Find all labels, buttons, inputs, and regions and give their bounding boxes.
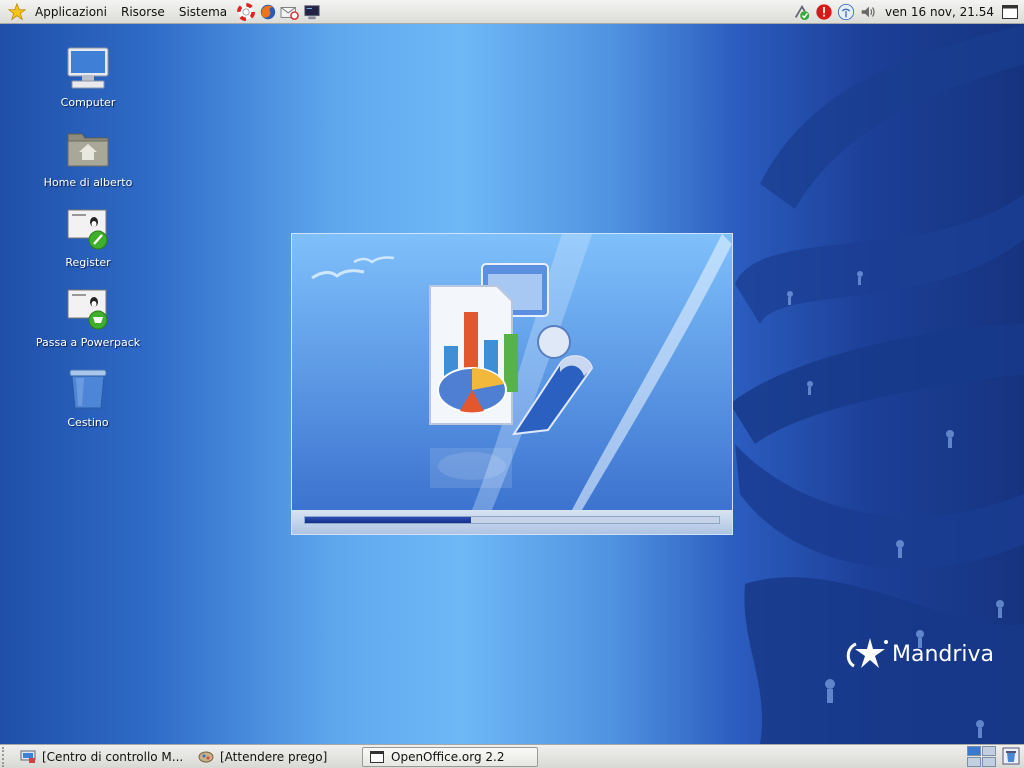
- powerpack-icon: [64, 284, 112, 332]
- desktop-icon-label: Register: [65, 256, 111, 269]
- desktop-icon-label: Computer: [60, 96, 116, 109]
- desktop-icon-label: Cestino: [67, 416, 109, 429]
- menu-applications[interactable]: Applicazioni: [28, 1, 114, 23]
- window-icon: [370, 750, 384, 763]
- mandriva-star-icon: [846, 638, 888, 668]
- task-label: [Attendere prego]: [220, 749, 328, 764]
- workspace-1[interactable]: [967, 746, 981, 756]
- workspace-2[interactable]: [982, 746, 996, 756]
- home-folder-icon: [64, 124, 112, 172]
- desktop[interactable]: Computer Home di alberto Register Passa …: [0, 24, 1024, 744]
- help-lifebuoy-icon[interactable]: [236, 2, 256, 22]
- mandriva-logo: Mandriva: [844, 636, 994, 672]
- openoffice-splash-artwork: [292, 234, 732, 510]
- openoffice-splash: [292, 234, 732, 534]
- task-control-center[interactable]: [Centro di controllo M...: [14, 747, 192, 767]
- desktop-icon-computer[interactable]: Computer: [28, 44, 148, 109]
- splash-progress-fill: [305, 517, 471, 523]
- wireless-icon[interactable]: [837, 3, 855, 21]
- desktop-icon-register[interactable]: Register: [28, 204, 148, 269]
- control-center-icon: [20, 750, 36, 763]
- panel-handle[interactable]: [2, 746, 14, 767]
- star-menu-icon[interactable]: [6, 1, 28, 23]
- terminal-icon[interactable]: [302, 2, 322, 22]
- update-alert-icon[interactable]: [815, 3, 833, 21]
- desktop-icon-label: Home di alberto: [43, 176, 133, 189]
- bottom-panel: [Centro di controllo M... [Attendere pre…: [0, 744, 1024, 768]
- trash-icon: [64, 364, 112, 412]
- desktop-icon-label: Passa a Powerpack: [35, 336, 141, 349]
- workspace-switcher: [967, 746, 996, 767]
- task-openoffice[interactable]: OpenOffice.org 2.2: [362, 746, 538, 767]
- top-panel: Applicazioni Risorse Sistema ven 16 nov,…: [0, 0, 1024, 24]
- desktop-icon-home[interactable]: Home di alberto: [28, 124, 148, 189]
- system-tray: ven 16 nov, 21.54: [791, 0, 1024, 23]
- workspace-4[interactable]: [982, 757, 996, 767]
- wait-icon: [198, 751, 214, 762]
- clock[interactable]: ven 16 nov, 21.54: [879, 5, 1002, 19]
- register-icon: [64, 204, 112, 252]
- desktop-icon-powerpack[interactable]: Passa a Powerpack: [28, 284, 148, 349]
- task-please-wait[interactable]: [Attendere prego]: [192, 747, 362, 767]
- firefox-icon[interactable]: [258, 2, 278, 22]
- volume-icon[interactable]: [859, 3, 877, 21]
- splash-progress-bar: [304, 516, 720, 524]
- show-desktop-icon[interactable]: [1002, 4, 1018, 19]
- workspace-3[interactable]: [967, 757, 981, 767]
- mail-icon[interactable]: [280, 2, 300, 22]
- trash-applet-icon[interactable]: [1002, 747, 1020, 765]
- network-ok-icon[interactable]: [793, 3, 811, 21]
- menu-places[interactable]: Risorse: [114, 1, 172, 23]
- menu-system[interactable]: Sistema: [172, 1, 234, 23]
- desktop-icon-trash[interactable]: Cestino: [28, 364, 148, 429]
- task-label: OpenOffice.org 2.2: [391, 749, 505, 764]
- task-label: [Centro di controllo M...: [42, 749, 184, 764]
- computer-icon: [64, 44, 112, 92]
- mandriva-wordmark: Mandriva: [892, 641, 995, 667]
